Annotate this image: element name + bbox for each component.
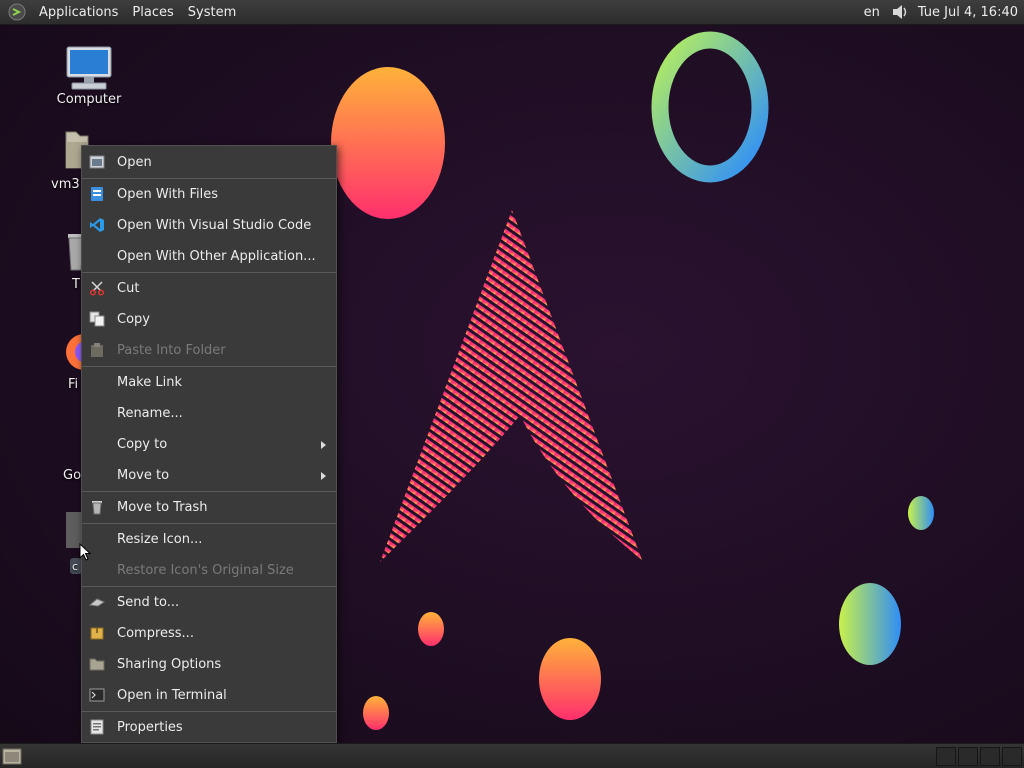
menu-item-open[interactable]: Open (82, 147, 336, 178)
trash-icon (92, 501, 102, 515)
desktop-icon-label: Fi (68, 377, 79, 392)
send-icon (89, 598, 105, 607)
share-folder-icon (89, 658, 105, 671)
menu-item-move-to[interactable]: Move to (82, 460, 336, 491)
desktop-icon-label: c (72, 560, 79, 573)
menu-item-open-with-files[interactable]: Open With Files (82, 179, 336, 210)
scissors-icon (89, 281, 105, 296)
menu-item-resize-icon[interactable]: Resize Icon... (82, 524, 336, 555)
submenu-arrow-icon (321, 472, 326, 480)
orange-circle-small (418, 612, 444, 646)
workspace-2[interactable] (958, 747, 978, 766)
orange-circle-large (331, 67, 445, 219)
places-menu[interactable]: Places (125, 0, 180, 25)
menu-item-move-to-trash[interactable]: Move to Trash (82, 492, 336, 523)
workspace-4[interactable] (1002, 747, 1022, 766)
menu-item-open-with-other[interactable]: Open With Other Application... (82, 241, 336, 272)
computer-icon (66, 46, 112, 90)
show-desktop-icon[interactable] (2, 748, 22, 765)
menu-item-cut[interactable]: Cut (82, 273, 336, 304)
menu-item-send-to[interactable]: Send to... (82, 587, 336, 618)
menu-item-make-link[interactable]: Make Link (82, 367, 336, 398)
menu-item-properties[interactable]: Properties (82, 712, 336, 743)
orange-circle-medium (539, 638, 601, 720)
open-icon (89, 155, 105, 169)
menu-item-paste-into-folder: Paste Into Folder (82, 335, 336, 366)
properties-icon (90, 719, 104, 735)
blue-circle-small (908, 496, 934, 530)
clock[interactable]: Tue Jul 4, 16:40 (918, 5, 1024, 20)
desktop-icon-label: Go (63, 468, 82, 483)
terminal-icon (89, 688, 105, 702)
mate-logo-icon[interactable] (8, 3, 26, 21)
top-panel: Applications Places System en Tue Jul 4,… (0, 0, 1024, 25)
workspace-1[interactable] (936, 747, 956, 766)
menu-item-copy-to[interactable]: Copy to (82, 429, 336, 460)
workspace-3[interactable] (980, 747, 1000, 766)
applications-menu[interactable]: Applications (32, 0, 125, 25)
copy-icon (89, 311, 105, 327)
menu-item-open-in-terminal[interactable]: Open in Terminal (82, 680, 336, 711)
menu-item-restore-icon-size: Restore Icon's Original Size (117, 563, 294, 578)
bottom-panel (0, 743, 1024, 768)
context-menu: Open Open With Files Open With Visual St… (81, 145, 337, 743)
menu-item-open-with-vscode[interactable]: Open With Visual Studio Code (82, 210, 336, 241)
desktop-icon-label: Computer (56, 92, 122, 107)
keyboard-layout-indicator[interactable]: en (854, 5, 890, 20)
paste-icon (91, 343, 103, 357)
archive-icon (90, 627, 104, 640)
menu-item-copy[interactable]: Copy (82, 304, 336, 335)
desktop-icon-computer[interactable]: Computer (50, 44, 128, 107)
volume-icon[interactable] (890, 2, 910, 22)
desktop-icon-label: vm3 (51, 177, 80, 192)
blue-circle-medium (839, 583, 901, 665)
submenu-arrow-icon (321, 441, 326, 449)
vscode-icon (90, 218, 104, 232)
menu-item-rename[interactable]: Rename... (82, 398, 336, 429)
files-app-icon (91, 187, 103, 201)
desktop-icon-label: T (72, 277, 80, 292)
menu-item-compress[interactable]: Compress... (82, 618, 336, 649)
mouse-cursor-icon (79, 543, 91, 561)
menu-item-sharing-options[interactable]: Sharing Options (82, 649, 336, 680)
orange-circle-tiny (363, 696, 389, 730)
system-menu[interactable]: System (181, 0, 243, 25)
